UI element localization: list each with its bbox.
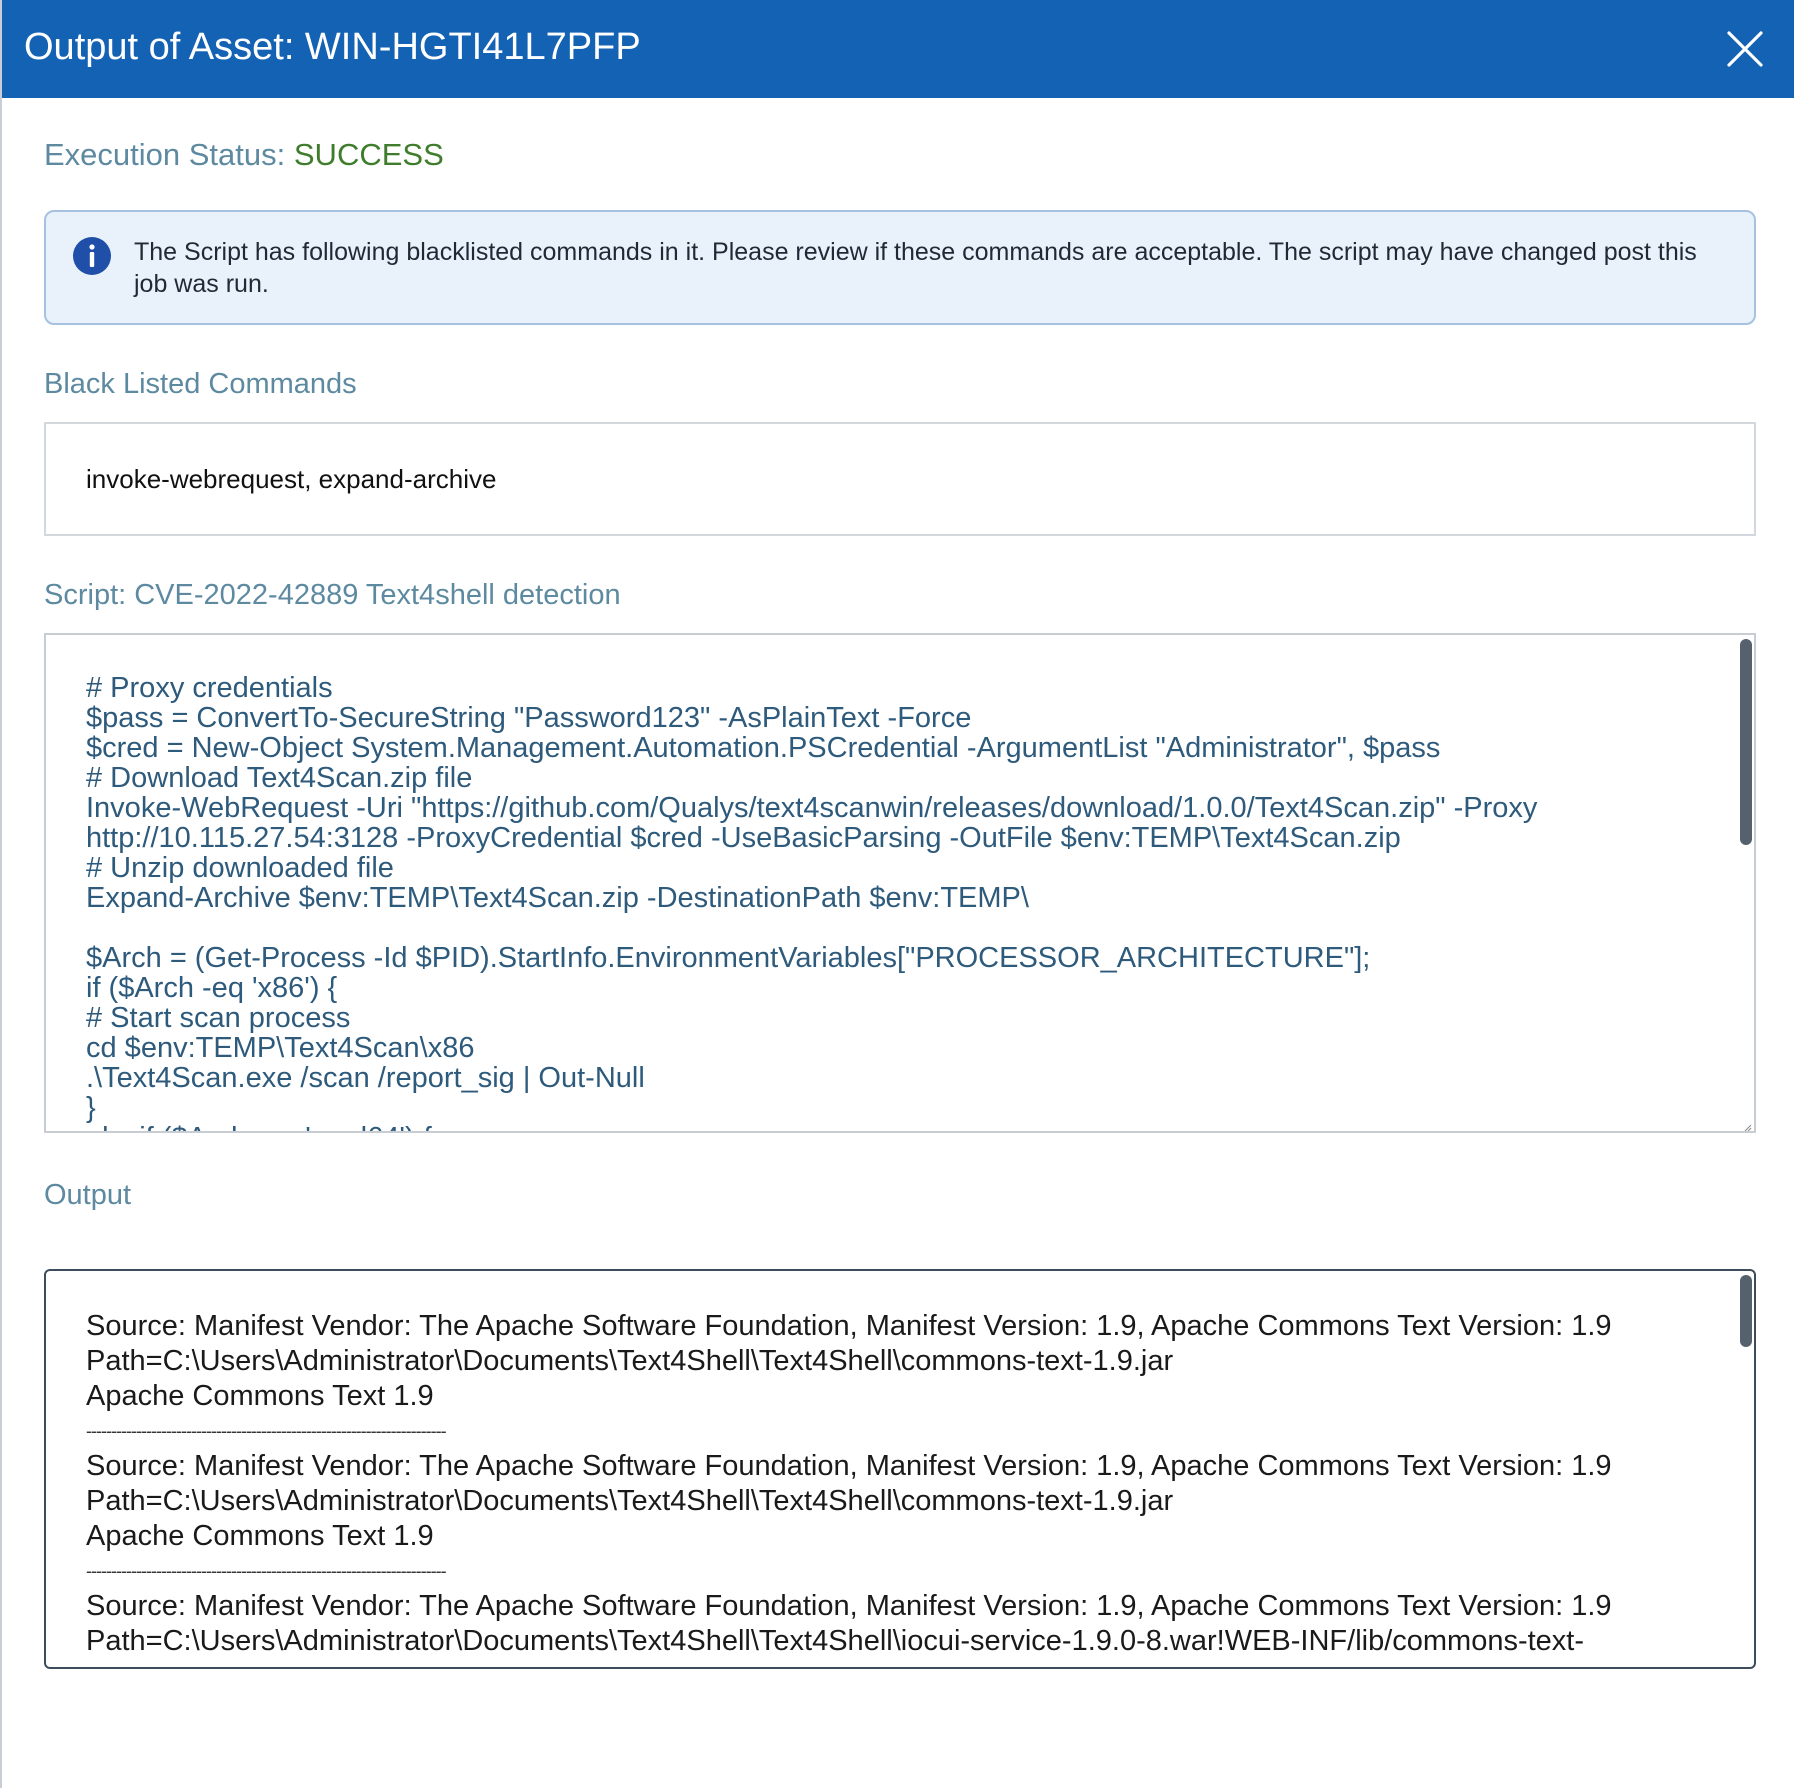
output-line: Source: Manifest Vendor: The Apache Soft… bbox=[86, 1310, 1612, 1342]
output-separator: ----------------------------------------… bbox=[86, 1421, 447, 1441]
output-line: Apache Commons Text 1.9 bbox=[86, 1380, 434, 1412]
output-line: Source: Manifest Vendor: The Apache Soft… bbox=[86, 1590, 1612, 1622]
script-code: # Proxy credentials $pass = ConvertTo-Se… bbox=[86, 672, 1538, 1131]
blacklist-commands-value: invoke-webrequest, expand-archive bbox=[86, 464, 497, 494]
output-line: Path=C:\Users\Administrator\Documents\Te… bbox=[86, 1625, 1585, 1657]
output-content: Source: Manifest Vendor: The Apache Soft… bbox=[86, 1309, 1706, 1659]
script-label: Script: CVE-2022-42889 Text4shell detect… bbox=[44, 579, 621, 611]
output-label: Output bbox=[44, 1179, 132, 1211]
output-line: Source: Manifest Vendor: The Apache Soft… bbox=[86, 1450, 1612, 1482]
script-scrollbar[interactable] bbox=[1740, 639, 1752, 845]
asset-output-dialog: Output of Asset: WIN-HGTI41L7PFP Executi… bbox=[0, 0, 1794, 1788]
blacklist-label: Black Listed Commands bbox=[44, 368, 357, 400]
info-message: The Script has following blacklisted com… bbox=[134, 238, 1697, 298]
dialog-header: Output of Asset: WIN-HGTI41L7PFP bbox=[2, 0, 1794, 98]
close-icon[interactable] bbox=[1724, 28, 1766, 70]
execution-status-label: Execution Status: bbox=[44, 137, 286, 172]
dialog-title: Output of Asset: WIN-HGTI41L7PFP bbox=[24, 26, 641, 68]
script-textarea[interactable]: # Proxy credentials $pass = ConvertTo-Se… bbox=[44, 633, 1756, 1133]
resize-grip-icon[interactable] bbox=[1742, 1119, 1752, 1131]
execution-status: Execution Status: SUCCESS bbox=[44, 133, 444, 177]
output-line: Path=C:\Users\Administrator\Documents\Te… bbox=[86, 1485, 1174, 1517]
output-line: Apache Commons Text 1.9 bbox=[86, 1520, 434, 1552]
info-icon bbox=[72, 236, 112, 276]
output-line: Path=C:\Users\Administrator\Documents\Te… bbox=[86, 1345, 1174, 1377]
blacklist-commands-field: invoke-webrequest, expand-archive bbox=[44, 422, 1756, 536]
output-scrollbar[interactable] bbox=[1740, 1275, 1752, 1347]
output-separator: ----------------------------------------… bbox=[86, 1561, 447, 1581]
output-textarea[interactable]: Source: Manifest Vendor: The Apache Soft… bbox=[44, 1269, 1756, 1669]
execution-status-value: SUCCESS bbox=[293, 137, 444, 172]
blacklist-info-alert: The Script has following blacklisted com… bbox=[44, 210, 1756, 325]
